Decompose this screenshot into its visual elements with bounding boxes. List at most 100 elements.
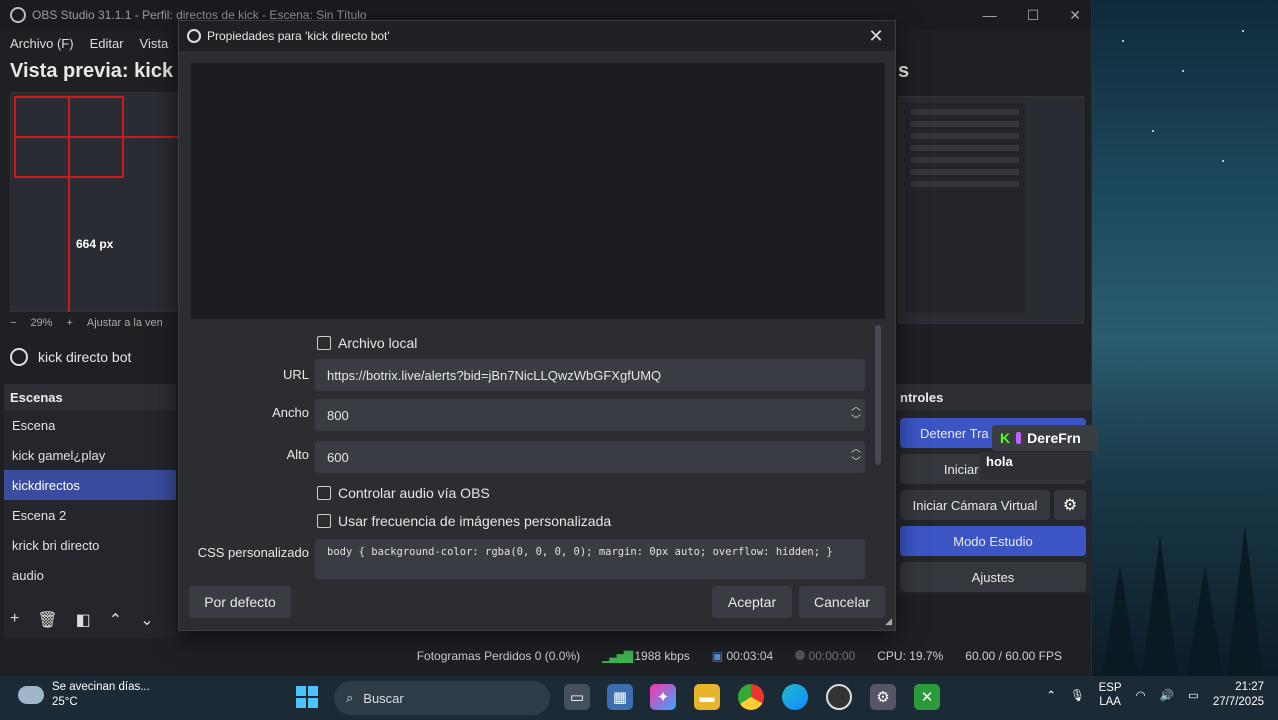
trash-icon[interactable]: 🗑 bbox=[37, 610, 57, 630]
weather-temp: 25°C bbox=[52, 696, 78, 708]
resize-grip-icon[interactable]: ◢ bbox=[885, 616, 892, 627]
gear-icon[interactable]: ⚙ bbox=[870, 684, 896, 710]
fit-to-window-button[interactable]: Ajustar a la ven bbox=[87, 317, 163, 329]
chevron-down-icon: ﹀ bbox=[851, 457, 861, 468]
folder-icon[interactable]: ▬ bbox=[694, 684, 720, 710]
width-input[interactable]: 800 ︿ ﹀ bbox=[315, 399, 865, 431]
local-file-checkbox-row[interactable]: Archivo local bbox=[317, 335, 417, 351]
width-label: Ancho bbox=[272, 405, 309, 420]
filters-icon[interactable]: ◧ bbox=[76, 610, 91, 630]
scene-item[interactable]: Escena bbox=[4, 410, 176, 440]
zoom-bar: − 29% + Ajustar a la ven bbox=[10, 317, 163, 329]
control-audio-checkbox-row[interactable]: Controlar audio vía OBS bbox=[317, 485, 490, 501]
close-icon[interactable]: ✕ bbox=[1069, 7, 1081, 24]
weather-widget[interactable]: Se avecinan días... 25°C bbox=[18, 680, 150, 710]
volume-icon[interactable]: 🔊 bbox=[1160, 688, 1174, 702]
scrollbar[interactable] bbox=[875, 325, 881, 465]
controls-header: ntroles bbox=[896, 384, 1092, 410]
maximize-icon[interactable]: ☐ bbox=[1027, 7, 1040, 24]
kick-username: DereFrn bbox=[1027, 430, 1081, 446]
chevron-up-icon[interactable]: ⌃ bbox=[1046, 688, 1056, 702]
language-indicator[interactable]: ESP LAA bbox=[1099, 681, 1122, 709]
zoom-in-button[interactable]: + bbox=[66, 317, 72, 329]
scene-item[interactable]: audio bbox=[4, 560, 176, 590]
menu-editar[interactable]: Editar bbox=[90, 36, 124, 51]
taskbar: Se avecinan días... 25°C ⌕ Buscar ▭ ▦ ✦ … bbox=[0, 676, 1278, 720]
width-value: 800 bbox=[327, 407, 349, 423]
accept-button[interactable]: Aceptar bbox=[712, 586, 792, 618]
scenes-header: Escenas bbox=[4, 384, 176, 410]
css-textarea[interactable]: body { background-color: rgba(0, 0, 0, 0… bbox=[315, 539, 865, 579]
globe-icon bbox=[10, 348, 28, 366]
search-icon: ⌕ bbox=[346, 690, 354, 705]
url-input[interactable]: https://botrix.live/alerts?bid=jBn7NicLL… bbox=[315, 359, 865, 391]
dropped-frames: Fotogramas Perdidos 0 (0.0%) bbox=[416, 649, 581, 663]
xbox-icon[interactable]: ✕ bbox=[914, 684, 940, 710]
program-canvas bbox=[898, 96, 1084, 324]
clock[interactable]: 21:27 27/7/2025 bbox=[1213, 680, 1264, 710]
gear-icon[interactable]: ⚙ bbox=[1054, 490, 1086, 520]
task-view-icon[interactable]: ▭ bbox=[564, 684, 590, 710]
scene-item[interactable]: Escena 2 bbox=[4, 500, 176, 530]
dialog-title: Propiedades para 'kick directo bot' bbox=[207, 29, 390, 43]
microphone-icon[interactable]: 🎙 bbox=[1070, 688, 1085, 702]
source-preview bbox=[191, 63, 885, 319]
local-file-checkbox[interactable] bbox=[317, 336, 331, 350]
scene-item[interactable]: krick bri directo bbox=[4, 530, 176, 560]
height-value: 600 bbox=[327, 449, 349, 465]
width-stepper[interactable]: ︿ ﹀ bbox=[851, 401, 861, 427]
battery-icon[interactable]: ▭ bbox=[1188, 688, 1199, 702]
defaults-button[interactable]: Por defecto bbox=[189, 586, 291, 618]
settings-button[interactable]: Ajustes bbox=[900, 562, 1086, 592]
chrome-icon[interactable] bbox=[738, 684, 764, 710]
scenes-panel: Escenas Escena kick gamel¿play kickdirec… bbox=[4, 384, 176, 638]
kick-logo-icon: K bbox=[1000, 430, 1011, 446]
chevron-up-icon: ︿ bbox=[851, 444, 861, 455]
scene-item-active[interactable]: kickdirectos bbox=[4, 470, 176, 500]
close-icon[interactable]: ✕ bbox=[865, 26, 887, 47]
selected-source[interactable]: kick directo bot bbox=[10, 348, 131, 366]
search-placeholder: Buscar bbox=[363, 690, 404, 706]
distance-label: 664 px bbox=[76, 237, 114, 251]
lang-code: ESP bbox=[1098, 682, 1122, 694]
height-input[interactable]: 600 ︿ ﹀ bbox=[315, 441, 865, 473]
kick-chat-message: hola bbox=[986, 454, 1013, 469]
copilot-icon[interactable]: ✦ bbox=[650, 684, 676, 710]
custom-fps-checkbox-row[interactable]: Usar frecuencia de imágenes personalizad… bbox=[317, 513, 611, 529]
program-title-fragment: s bbox=[898, 60, 910, 82]
search-box[interactable]: ⌕ Buscar bbox=[334, 681, 550, 715]
signal-icon: ▁▃▅▇ bbox=[602, 649, 633, 663]
edge-icon[interactable] bbox=[782, 684, 808, 710]
obs-taskbar-icon[interactable] bbox=[826, 684, 852, 710]
weather-line1: Se avecinan días... bbox=[52, 681, 150, 693]
zoom-level: 29% bbox=[30, 317, 53, 329]
menu-archivo[interactable]: Archivo (F) bbox=[10, 36, 74, 51]
zoom-out-button[interactable]: − bbox=[10, 317, 16, 329]
custom-fps-checkbox[interactable] bbox=[317, 514, 331, 528]
kick-chat-user: K DereFrn bbox=[992, 425, 1098, 451]
scene-toolbar: + 🗑 ◧ ⌃ ⌄ bbox=[10, 610, 154, 630]
wifi-icon[interactable]: ◠ bbox=[1136, 688, 1146, 702]
record-icon bbox=[795, 650, 806, 660]
chevron-down-icon[interactable]: ⌄ bbox=[140, 610, 153, 630]
control-audio-checkbox[interactable] bbox=[317, 486, 331, 500]
studio-mode-button[interactable]: Modo Estudio bbox=[900, 526, 1086, 556]
menu-vista[interactable]: Vista bbox=[140, 36, 169, 51]
scene-item[interactable]: kick gamel¿play bbox=[4, 440, 176, 470]
status-bar: Fotogramas Perdidos 0 (0.0%) ▁▃▅▇ 1988 k… bbox=[0, 642, 1092, 670]
virtual-camera-button[interactable]: Iniciar Cámara Virtual bbox=[900, 490, 1050, 520]
stream-time: 00:03:04 bbox=[726, 649, 774, 663]
minimize-icon[interactable]: — bbox=[983, 7, 997, 24]
cancel-button[interactable]: Cancelar bbox=[799, 586, 885, 618]
cloud-rain-icon bbox=[18, 686, 44, 704]
css-label: CSS personalizado bbox=[197, 545, 309, 560]
obs-logo-icon bbox=[10, 7, 26, 23]
store-icon[interactable]: ▦ bbox=[607, 684, 633, 710]
add-icon[interactable]: + bbox=[10, 610, 19, 630]
cpu-usage: CPU: 19.7% bbox=[877, 649, 944, 663]
windows-start-icon[interactable] bbox=[296, 686, 318, 708]
chevron-up-icon[interactable]: ⌃ bbox=[109, 610, 122, 630]
height-stepper[interactable]: ︿ ﹀ bbox=[851, 443, 861, 469]
control-audio-label: Controlar audio vía OBS bbox=[338, 485, 490, 501]
obs-logo-icon bbox=[187, 29, 201, 43]
